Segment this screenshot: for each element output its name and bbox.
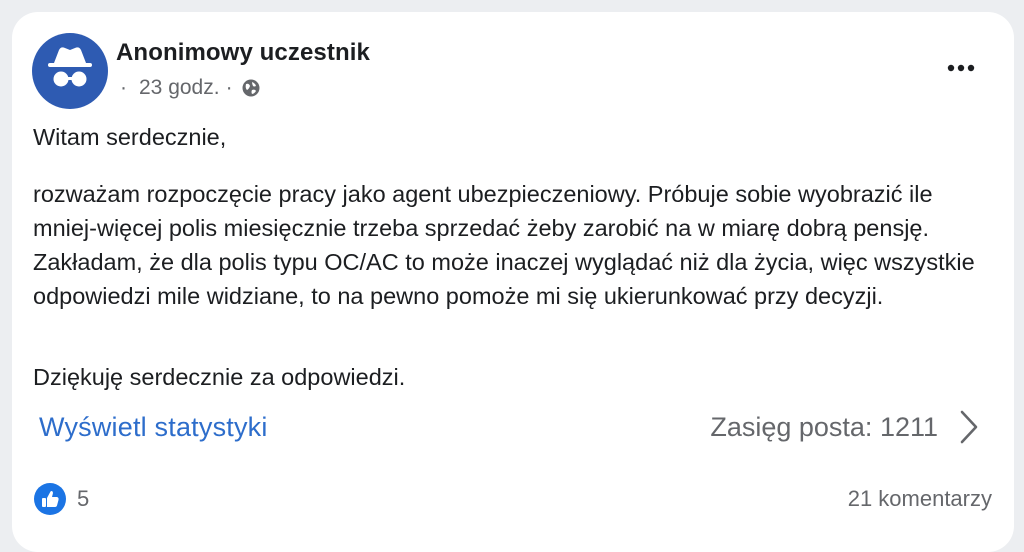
post-meta: · 23 godz. ·	[120, 76, 261, 100]
like-thumb-icon[interactable]	[34, 483, 66, 515]
chevron-right-icon[interactable]	[958, 408, 980, 446]
post-paragraph: rozważam rozpoczęcie pracy jako agent ub…	[33, 181, 975, 309]
post-reach[interactable]: Zasięg posta: 1211	[710, 412, 938, 443]
comments-count[interactable]: 21 komentarzy	[848, 486, 992, 512]
post-card: Anonimowy uczestnik · 23 godz. · Witam s…	[12, 12, 1014, 552]
globe-icon[interactable]	[241, 78, 261, 98]
author-name[interactable]: Anonimowy uczestnik	[116, 39, 370, 67]
meta-separator: ·	[120, 76, 127, 99]
more-dots-icon[interactable]	[946, 62, 976, 74]
like-count[interactable]: 5	[77, 486, 89, 512]
view-stats-link[interactable]: Wyświetl statystyki	[39, 412, 268, 443]
post-greeting: Witam serdecznie,	[33, 124, 227, 150]
meta-separator: ·	[225, 76, 233, 99]
anonymous-avatar-icon[interactable]	[32, 33, 108, 109]
post-closing: Dziękuję serdecznie za odpowiedzi.	[33, 364, 406, 390]
post-timestamp[interactable]: 23 godz.	[139, 76, 220, 100]
